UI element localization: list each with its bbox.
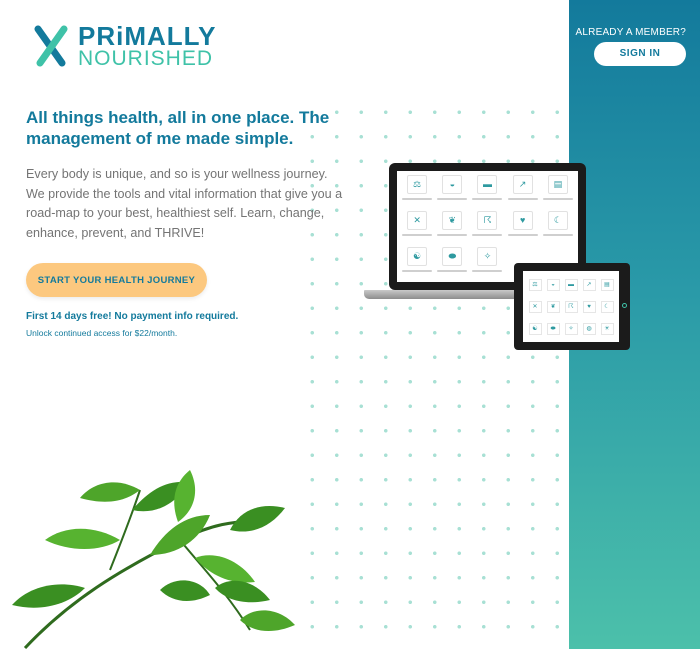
- pricing-note: Unlock continued access for $22/month.: [26, 328, 178, 338]
- heart-icon: ♥: [582, 301, 596, 313]
- app-tile-label: [507, 198, 538, 200]
- book-icon: ▤: [547, 175, 568, 194]
- app-tile-label: [542, 198, 573, 200]
- app-tile-label: [437, 270, 468, 272]
- app-tile: ♥: [580, 296, 598, 318]
- bowl-icon: ◒: [546, 279, 560, 291]
- leaf-icon: ❦: [546, 301, 560, 313]
- app-tile-label: [472, 198, 503, 200]
- book-icon: ▤: [600, 279, 614, 291]
- sleep-icon: ☾: [600, 301, 614, 313]
- utensils-icon: ✕: [407, 211, 428, 230]
- app-tile: ↗: [580, 274, 598, 296]
- app-tile: ☯: [401, 247, 433, 283]
- app-tile-label: [542, 234, 573, 236]
- app-tile: ☈: [562, 296, 580, 318]
- leaf-branch-illustration: [12, 470, 295, 649]
- sign-in-button[interactable]: SIGN IN: [594, 42, 686, 66]
- scale-icon: ⚖: [528, 279, 542, 291]
- app-tile: ▤: [542, 175, 574, 211]
- tablet-home-button: [622, 303, 627, 308]
- dumbbell-icon: ▬: [477, 175, 498, 194]
- app-tile: ◍: [580, 318, 598, 340]
- app-tile: ⚖: [526, 274, 544, 296]
- app-tile: ♥: [507, 211, 539, 247]
- tablet-app-grid: ⚖ ◒ ▬ ↗ ▤ ✕ ❦ ☈ ♥ ☾ ☯ ⬬ ✧ ◍ ☀: [523, 271, 619, 342]
- chart-icon: ↗: [512, 175, 533, 194]
- app-tile: ☾: [542, 211, 574, 247]
- utensils-icon: ✕: [528, 301, 542, 313]
- logo-wordmark-nourished: NOURISHED: [78, 47, 214, 70]
- app-tile: ☯: [526, 318, 544, 340]
- app-tile: ☈: [471, 211, 503, 247]
- meditate-icon: ☯: [528, 323, 542, 335]
- stretch-icon: ✧: [477, 247, 498, 266]
- app-tile: ✧: [562, 318, 580, 340]
- hero-headline: All things health, all in one place. The…: [26, 108, 330, 148]
- stretch-icon: ✧: [564, 323, 578, 335]
- app-tile-label: [472, 234, 503, 236]
- app-tile-label: [472, 270, 503, 272]
- pill-icon: ⬬: [442, 247, 463, 266]
- app-tile-label: [402, 270, 433, 272]
- app-tile: ⬬: [544, 318, 562, 340]
- app-tile: ❦: [436, 211, 468, 247]
- runner-icon: ☈: [564, 301, 578, 313]
- app-tile-label: [402, 234, 433, 236]
- water-icon: ◍: [582, 323, 596, 335]
- tablet-mockup: ⚖ ◒ ▬ ↗ ▤ ✕ ❦ ☈ ♥ ☾ ☯ ⬬ ✧ ◍ ☀: [514, 263, 630, 350]
- sleep-icon: ☾: [547, 211, 568, 230]
- app-tile: ✧: [471, 247, 503, 283]
- already-member-text: ALREADY A MEMBER?: [575, 27, 686, 38]
- app-tile: ◒: [436, 175, 468, 211]
- logo-x-icon: [34, 25, 68, 67]
- pill-icon: ⬬: [546, 323, 560, 335]
- app-tile: ⬬: [436, 247, 468, 283]
- app-tile: ◒: [544, 274, 562, 296]
- app-tile-label: [507, 234, 538, 236]
- meditate-icon: ☯: [407, 247, 428, 266]
- scale-icon: ⚖: [407, 175, 428, 194]
- free-trial-note: First 14 days free! No payment info requ…: [26, 311, 239, 322]
- app-tile: ❦: [544, 296, 562, 318]
- hero-body-text: Every body is unique, and so is your wel…: [26, 167, 343, 240]
- bowl-icon: ◒: [442, 175, 463, 194]
- app-tile: ▤: [598, 274, 616, 296]
- app-tile: ☾: [598, 296, 616, 318]
- app-tile: ▬: [562, 274, 580, 296]
- chart-icon: ↗: [582, 279, 596, 291]
- heart-icon: ♥: [512, 211, 533, 230]
- runner-icon: ☈: [477, 211, 498, 230]
- app-tile: ⚖: [401, 175, 433, 211]
- app-tile: ✕: [526, 296, 544, 318]
- app-tile-label: [402, 198, 433, 200]
- dumbbell-icon: ▬: [564, 279, 578, 291]
- sun-icon: ☀: [600, 323, 614, 335]
- app-tile: ✕: [401, 211, 433, 247]
- app-tile-label: [437, 198, 468, 200]
- app-tile: ▬: [471, 175, 503, 211]
- start-health-journey-button[interactable]: START YOUR HEALTH JOURNEY: [26, 263, 207, 297]
- app-tile: ↗: [507, 175, 539, 211]
- app-tile-label: [437, 234, 468, 236]
- app-tile: ☀: [598, 318, 616, 340]
- leaf-icon: ❦: [442, 211, 463, 230]
